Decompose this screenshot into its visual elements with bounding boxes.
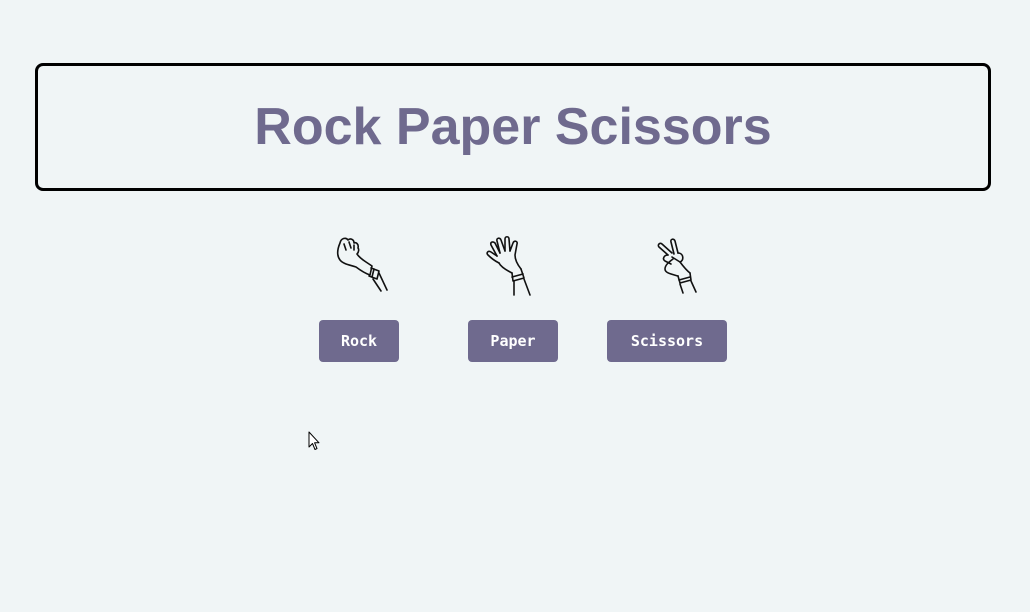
page-title: Rock Paper Scissors (254, 98, 772, 156)
choice-paper: Paper (468, 233, 558, 362)
rock-button[interactable]: Rock (319, 320, 399, 362)
paper-button[interactable]: Paper (468, 320, 558, 362)
choice-scissors: Scissors (607, 233, 727, 362)
rock-hand-icon (336, 237, 388, 292)
scissors-hand-icon (657, 238, 697, 294)
scissors-button[interactable]: Scissors (607, 320, 727, 362)
title-box: Rock Paper Scissors (35, 63, 991, 191)
choice-rock: Rock (319, 233, 399, 362)
mouse-pointer-icon (308, 431, 320, 450)
paper-hand-icon (486, 235, 531, 296)
